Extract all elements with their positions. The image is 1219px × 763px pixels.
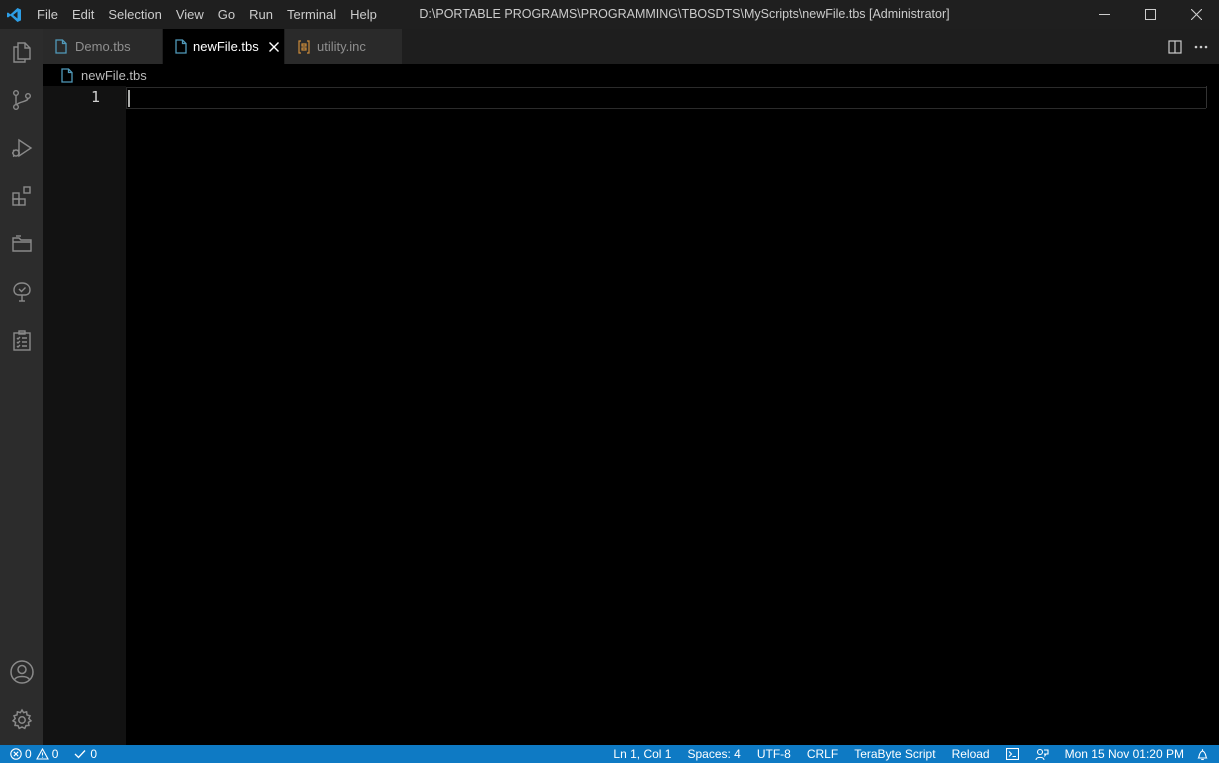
terminal-icon <box>1005 748 1019 760</box>
file-icon <box>61 67 75 83</box>
json-file-icon <box>297 39 311 55</box>
language-mode[interactable]: TeraByte Script <box>846 745 943 763</box>
close-icon <box>1190 9 1202 20</box>
code-editor[interactable]: 1 <box>43 86 1219 745</box>
text-cursor <box>128 90 130 107</box>
folder-icon <box>11 235 32 252</box>
bell-icon <box>1197 748 1208 760</box>
menu-view[interactable]: View <box>169 0 211 29</box>
account-button[interactable] <box>0 649 43 695</box>
close-icon <box>268 41 279 52</box>
more-actions-button[interactable] <box>1193 39 1209 55</box>
tab-demo-tbs[interactable]: Demo.tbs <box>43 29 163 64</box>
status-bar: 0 0 0 Ln 1, Col 1 Spaces: 4 UTF-8 CRLF T… <box>0 745 1219 763</box>
extensions-icon <box>11 186 31 206</box>
error-icon <box>10 748 22 760</box>
split-editor-button[interactable] <box>1167 39 1183 55</box>
tab-label: Demo.tbs <box>75 39 131 54</box>
maximize-icon <box>1144 9 1156 20</box>
close-tab-button[interactable] <box>268 40 279 54</box>
file-icon <box>55 39 69 55</box>
tree-icon <box>12 282 31 302</box>
tree-button[interactable] <box>0 269 43 315</box>
settings-gear-icon <box>11 708 32 730</box>
run-debug-button[interactable] <box>0 125 43 171</box>
activity-bar <box>0 29 43 745</box>
menu-file[interactable]: File <box>30 0 65 29</box>
title-bar: File Edit Selection View Go Run Terminal… <box>0 0 1219 29</box>
reload-button[interactable]: Reload <box>944 745 998 763</box>
editor-actions <box>1167 29 1209 64</box>
menu-bar: File Edit Selection View Go Run Terminal… <box>30 0 384 29</box>
editor-tab-bar: Demo.tbs newFile.tbs utility.inc <box>43 29 1219 64</box>
tab-label: newFile.tbs <box>193 39 259 54</box>
check-count: 0 <box>90 747 98 761</box>
menu-run[interactable]: Run <box>242 0 280 29</box>
folder-button[interactable] <box>0 221 43 267</box>
ellipsis-icon <box>1194 45 1208 48</box>
feedback-person-icon <box>1035 748 1049 760</box>
split-editor-icon <box>1168 39 1182 54</box>
menu-selection[interactable]: Selection <box>101 0 168 29</box>
line-number: 1 <box>90 88 100 106</box>
indentation[interactable]: Spaces: 4 <box>679 745 748 763</box>
minimize-button[interactable] <box>1081 0 1127 29</box>
clipboard-checklist-icon <box>12 330 31 351</box>
breadcrumb: newFile.tbs <box>43 64 1219 86</box>
settings-button[interactable] <box>0 697 43 743</box>
source-control-icon <box>12 90 31 111</box>
menu-help[interactable]: Help <box>343 0 384 29</box>
menu-terminal[interactable]: Terminal <box>280 0 343 29</box>
scrollbar[interactable] <box>1206 86 1219 108</box>
warning-icon <box>35 748 49 760</box>
line-number-gutter: 1 <box>43 86 126 745</box>
extensions-button[interactable] <box>0 173 43 219</box>
menu-go[interactable]: Go <box>211 0 242 29</box>
current-line-highlight <box>126 87 1206 109</box>
clipboard-checklist-button[interactable] <box>0 317 43 363</box>
terminal-button[interactable] <box>998 745 1027 763</box>
error-count: 0 <box>25 747 32 761</box>
tab-newfile-tbs[interactable]: newFile.tbs <box>163 29 285 64</box>
warning-count: 0 <box>51 747 59 761</box>
menu-edit[interactable]: Edit <box>65 0 101 29</box>
check-indicator[interactable]: 0 <box>64 745 105 763</box>
check-icon <box>74 750 86 759</box>
run-debug-icon <box>11 138 32 158</box>
end-of-line[interactable]: CRLF <box>799 745 846 763</box>
source-control-button[interactable] <box>0 77 43 123</box>
explorer-icon <box>12 42 31 63</box>
maximize-button[interactable] <box>1127 0 1173 29</box>
file-encoding[interactable]: UTF-8 <box>749 745 799 763</box>
minimize-icon <box>1098 14 1110 15</box>
explorer-button[interactable] <box>0 29 43 75</box>
close-window-button[interactable] <box>1173 0 1219 29</box>
problems-indicator[interactable]: 0 0 <box>8 745 64 763</box>
clock: Mon 15 Nov 01:20 PM <box>1064 747 1184 761</box>
vscode-logo-icon <box>0 0 28 29</box>
cursor-position[interactable]: Ln 1, Col 1 <box>605 745 679 763</box>
window-controls <box>1081 0 1219 29</box>
account-icon <box>9 660 34 684</box>
notifications-button[interactable] <box>1192 745 1219 763</box>
breadcrumb-file[interactable]: newFile.tbs <box>81 68 147 83</box>
tab-utility-inc[interactable]: utility.inc <box>285 29 403 64</box>
tab-label: utility.inc <box>317 39 366 54</box>
live-share-button[interactable] <box>1027 745 1057 763</box>
file-icon <box>175 39 187 55</box>
